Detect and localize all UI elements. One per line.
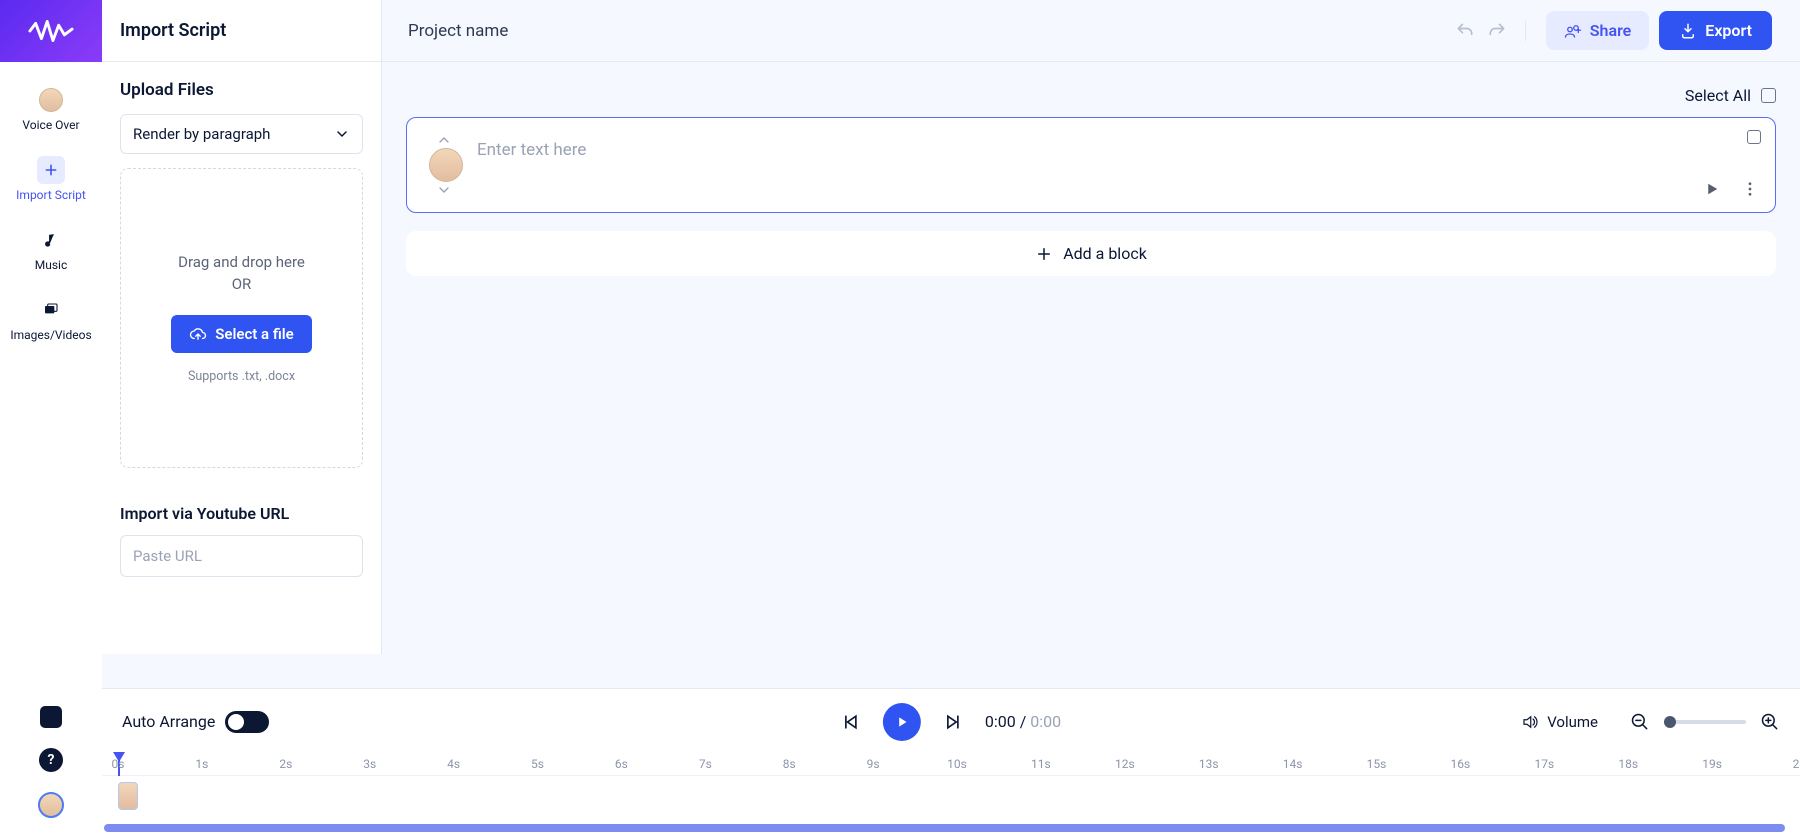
music-note-icon [43,232,59,248]
upload-cloud-icon [189,325,207,343]
zoom-out-icon[interactable] [1630,712,1650,732]
select-all-label[interactable]: Select All [1685,86,1751,105]
nav-music[interactable]: Music [0,212,102,282]
timeline-tick: 2s [279,757,292,771]
timeline-tick: 18s [1618,757,1638,771]
timeline-tick: 11s [1031,757,1051,771]
timeline-tick: 0s [112,757,125,771]
avatar-icon [39,88,63,112]
supports-text: Supports .txt, .docx [188,369,295,384]
file-dropzone[interactable]: Drag and drop here OR Select a file Supp… [120,168,363,468]
block-select-checkbox[interactable] [1747,130,1761,144]
auto-arrange-toggle[interactable] [225,711,269,733]
timeline-tick: 10s [947,757,967,771]
timeline[interactable]: 0s 1s 2s 3s 4s 5s 6s 7s 8s 9s 10s 11s 12s 13s 14s 15s 16… [102,754,1800,838]
help-icon[interactable]: ? [39,748,63,772]
timeline-tick: 4s [447,757,460,771]
timeline-tick: 17s [1534,757,1554,771]
import-side-panel: Upload Files Render by paragraph Drag an… [102,62,382,654]
add-block-label: Add a block [1063,244,1147,263]
nav-voice-over[interactable]: Voice Over [0,72,102,142]
block-placeholder-text[interactable]: Enter text here [477,140,1757,160]
dropzone-text: Drag and drop here OR [178,252,305,296]
user-avatar[interactable] [38,792,64,818]
page-title: Import Script [102,0,382,61]
export-label: Export [1705,21,1752,40]
block-down-icon[interactable] [436,182,452,198]
export-button[interactable]: Export [1659,11,1772,50]
timeline-tick: 14s [1283,757,1303,771]
plus-icon [43,162,59,178]
timeline-ruler[interactable]: 0s 1s 2s 3s 4s 5s 6s 7s 8s 9s 10s 11s 12s 13s 14s 15s 16… [102,754,1800,776]
share-label: Share [1590,21,1632,40]
volume-control[interactable]: Volume [1521,713,1598,731]
timeline-clip[interactable] [118,782,138,810]
chat-icon[interactable] [40,706,62,728]
zoom-in-icon[interactable] [1760,712,1780,732]
timeline-tick: 8s [783,757,796,771]
nav-images-videos[interactable]: Images/Videos [0,282,102,352]
timeline-tick: 6s [615,757,628,771]
main-canvas: Select All Enter text here Add a block [382,62,1800,654]
render-mode-select[interactable]: Render by paragraph [120,114,363,154]
images-icon [43,302,59,318]
script-block[interactable]: Enter text here [406,117,1776,213]
timeline-tick: 15s [1367,757,1387,771]
render-mode-value: Render by paragraph [133,125,270,143]
volume-icon [1521,713,1539,731]
playbar: Auto Arrange 0:00 / 0:00 Volume [102,688,1800,754]
timeline-tick: 5s [531,757,544,771]
block-up-icon[interactable] [436,132,452,148]
timeline-tick: 3s [363,757,376,771]
timeline-tick: 7s [699,757,712,771]
nav-import-script[interactable]: Import Script [0,142,102,212]
project-name-input[interactable] [408,21,808,41]
timeline-tick: 9s [867,757,880,771]
timeline-track[interactable] [102,776,1800,816]
waveform-icon [28,16,74,46]
export-icon [1679,22,1697,40]
auto-arrange-label: Auto Arrange [122,712,215,731]
undo-icon[interactable] [1455,21,1475,41]
select-file-label: Select a file [215,325,294,343]
nav-label: Music [35,258,67,272]
header: Import Script Share Export [102,0,1800,62]
timeline-tick: 16s [1451,757,1471,771]
more-vert-icon[interactable] [1741,180,1759,198]
plus-icon [1035,245,1053,263]
share-button[interactable]: Share [1546,11,1650,50]
timeline-tick: 2 [1793,757,1800,771]
redo-icon[interactable] [1487,21,1507,41]
nav-label: Images/Videos [10,328,91,342]
timeline-tick: 1s [195,757,208,771]
next-icon[interactable] [943,712,963,732]
playback-time: 0:00 / 0:00 [985,712,1061,731]
left-navstrip: Voice Over Import Script Music Images/Vi… [0,0,102,838]
nav-label: Voice Over [22,118,79,132]
app-logo[interactable] [0,0,102,62]
select-all-checkbox[interactable] [1761,88,1776,103]
timeline-tick: 12s [1115,757,1135,771]
upload-title: Upload Files [120,80,363,100]
share-people-icon [1564,22,1582,40]
chevron-down-icon [334,126,350,142]
add-block-button[interactable]: Add a block [406,231,1776,276]
select-file-button[interactable]: Select a file [171,315,312,353]
timeline-scrollbar[interactable] [102,824,1800,834]
block-avatar-icon[interactable] [429,148,463,182]
play-button[interactable] [883,703,921,741]
youtube-url-input[interactable] [120,535,363,577]
prev-icon[interactable] [841,712,861,732]
play-block-icon[interactable] [1703,180,1721,198]
nav-label: Import Script [16,188,86,202]
volume-label: Volume [1547,713,1598,731]
zoom-slider[interactable] [1664,720,1746,724]
youtube-title: Import via Youtube URL [120,504,363,523]
timeline-tick: 13s [1199,757,1219,771]
timeline-tick: 19s [1702,757,1722,771]
